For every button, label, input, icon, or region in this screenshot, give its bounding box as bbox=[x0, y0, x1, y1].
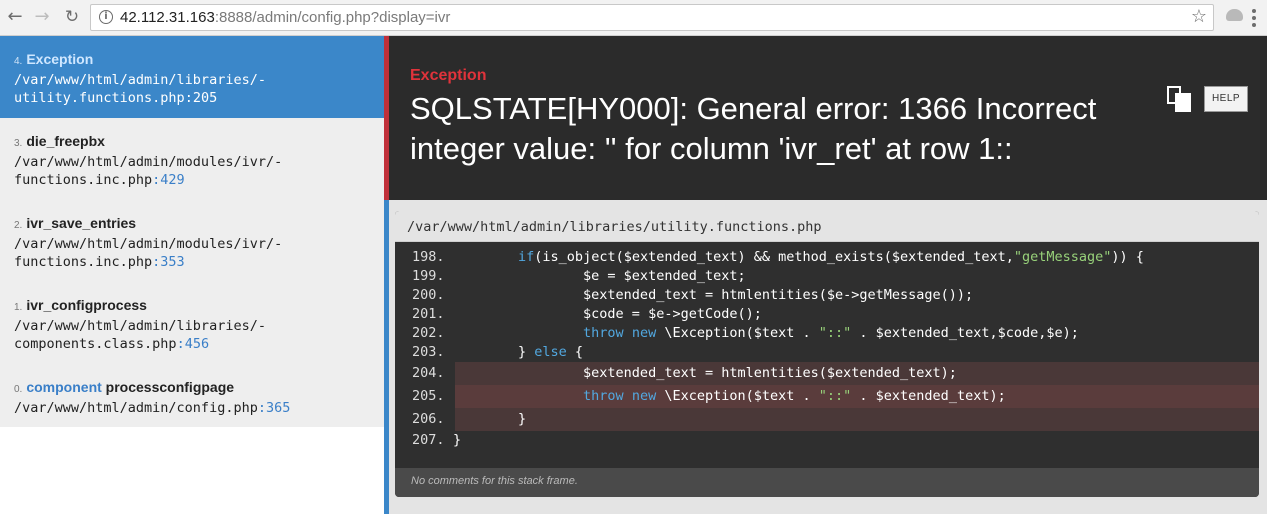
frame-index: 0. bbox=[14, 384, 23, 395]
code-line: 207.} bbox=[395, 431, 1259, 450]
stack-frames-list: 4. Exception /var/www/html/admin/librarie… bbox=[0, 36, 384, 427]
comments-bar: No comments for this stack frame. bbox=[395, 468, 1259, 497]
line-number: 201. bbox=[412, 306, 445, 322]
frame-function: processconfigpage bbox=[101, 379, 235, 395]
code-line: 203. } else { bbox=[395, 343, 1259, 362]
frame-line: :429 bbox=[152, 172, 185, 188]
exception-header: Exception SQLSTATE[HY000]: General error… bbox=[384, 36, 1267, 200]
code-text: } bbox=[453, 432, 462, 448]
code-line: 199. $e = $extended_text; bbox=[395, 267, 1259, 286]
code-line: 200. $extended_text = htmlentities($e->g… bbox=[395, 286, 1259, 305]
frame-heading: 4. Exception bbox=[14, 50, 384, 71]
code-text: throw new \Exception($text . "::" . $ext… bbox=[583, 325, 1079, 341]
frame-heading: 3. die_freepbx bbox=[14, 132, 384, 153]
frame-line: :205 bbox=[184, 90, 218, 106]
stack-frame-1[interactable]: 1. ivr_configprocess /var/www/html/admin/… bbox=[0, 296, 384, 378]
frame-file: /var/www/html/admin/libraries/- componen… bbox=[14, 317, 384, 353]
code-text: } else { bbox=[453, 344, 584, 360]
frame-path: /var/www/html/admin/libraries/- componen… bbox=[14, 318, 266, 352]
frame-heading: 0. component processconfigpage bbox=[14, 378, 384, 399]
browser-toolbar: ← → ↻ i 42.112.31.163:8888/admin/config.… bbox=[0, 0, 1267, 36]
code-text: $extended_text = htmlentities($extended_… bbox=[453, 365, 957, 381]
help-button[interactable]: HELP bbox=[1204, 86, 1248, 112]
frame-function: Exception bbox=[26, 51, 94, 67]
line-number: 199. bbox=[412, 268, 445, 284]
frame-file: /var/www/html/admin/modules/ivr/- functi… bbox=[14, 235, 384, 271]
code-line-highlighted: 204. $extended_text = htmlentities($exte… bbox=[412, 362, 1259, 385]
star-icon[interactable]: ☆ bbox=[1191, 6, 1207, 27]
code-text: if(is_object($extended_text) && method_e… bbox=[518, 249, 1144, 265]
url-host: 42.112.31.163 bbox=[120, 9, 215, 26]
code-line-highlighted: 206. } bbox=[412, 408, 1259, 431]
frame-path: /var/www/html/admin/config.php bbox=[14, 400, 258, 416]
url-text[interactable]: 42.112.31.163:8888/admin/config.php?disp… bbox=[120, 9, 450, 26]
file-bar: /var/www/html/admin/libraries/utility.fu… bbox=[395, 211, 1259, 242]
file-path: /var/www/html/admin/libraries/utility.fu… bbox=[407, 219, 822, 235]
frame-line: :456 bbox=[176, 336, 210, 352]
frame-details: /var/www/html/admin/libraries/utility.fu… bbox=[384, 200, 1267, 514]
code-text: $e = $extended_text; bbox=[453, 268, 746, 284]
code-text: $extended_text = htmlentities($e->getMes… bbox=[453, 287, 974, 303]
frame-function: ivr_configprocess bbox=[26, 297, 147, 313]
line-number: 200. bbox=[412, 287, 445, 303]
exception-panel: Exception SQLSTATE[HY000]: General error… bbox=[384, 36, 1267, 514]
stack-frame-0[interactable]: 0. component processconfigpage /var/www/h… bbox=[0, 378, 384, 427]
line-number: 204. bbox=[412, 365, 445, 381]
reload-icon[interactable]: ↻ bbox=[62, 7, 82, 27]
info-icon[interactable]: i bbox=[99, 10, 113, 24]
line-number: 198. bbox=[412, 249, 445, 265]
code-line: 201. $code = $e->getCode(); bbox=[395, 305, 1259, 324]
code-text: $code = $e->getCode(); bbox=[453, 306, 762, 322]
frame-function: die_freepbx bbox=[26, 133, 105, 149]
forward-arrow-icon[interactable]: → bbox=[32, 7, 52, 27]
frame-line: :353 bbox=[152, 254, 185, 270]
code-lines: 198. if(is_object($extended_text) && met… bbox=[395, 248, 1259, 450]
frame-file: /var/www/html/admin/config.php:365 bbox=[14, 399, 384, 417]
frame-path: /var/www/html/admin/modules/ivr/- functi… bbox=[14, 236, 283, 270]
code-line: 198. if(is_object($extended_text) && met… bbox=[395, 248, 1259, 267]
frame-file: /var/www/html/admin/libraries/- utility.… bbox=[14, 71, 384, 107]
frame-class: component bbox=[26, 379, 102, 395]
back-arrow-icon[interactable]: ← bbox=[5, 7, 25, 27]
line-number: 205. bbox=[412, 388, 445, 404]
frame-index: 1. bbox=[14, 302, 23, 313]
code-text: throw new \Exception($text . "::" . $ext… bbox=[583, 388, 1006, 404]
copy-icon[interactable] bbox=[1167, 86, 1191, 112]
line-number: 206. bbox=[412, 411, 445, 427]
line-number: 207. bbox=[412, 432, 445, 448]
code-text: } bbox=[453, 411, 527, 427]
frame-heading: 1. ivr_configprocess bbox=[14, 296, 384, 317]
address-bar[interactable]: i 42.112.31.163:8888/admin/config.php?di… bbox=[90, 4, 1214, 31]
stack-frame-3[interactable]: 3. die_freepbx /var/www/html/admin/module… bbox=[0, 132, 384, 214]
frame-index: 2. bbox=[14, 220, 23, 231]
line-number: 202. bbox=[412, 325, 445, 341]
stack-frame-4[interactable]: 4. Exception /var/www/html/admin/librarie… bbox=[0, 36, 384, 118]
extension-icon[interactable] bbox=[1226, 9, 1243, 21]
frame-index: 4. bbox=[14, 56, 23, 67]
code-line-current: 205. throw new \Exception($text . "::" .… bbox=[412, 385, 1259, 408]
frame-path: /var/www/html/admin/libraries/- utility.… bbox=[14, 72, 266, 106]
exception-message: SQLSTATE[HY000]: General error: 1366 Inc… bbox=[410, 91, 1097, 166]
frame-file: /var/www/html/admin/modules/ivr/- functi… bbox=[14, 153, 384, 189]
no-comments-text: No comments for this stack frame. bbox=[411, 475, 578, 487]
stack-frame-2[interactable]: 2. ivr_save_entries /var/www/html/admin/m… bbox=[0, 214, 384, 296]
url-path: :8888/admin/config.php?display=ivr bbox=[214, 9, 451, 26]
code-line: 202. throw new \Exception($text . "::" .… bbox=[395, 324, 1259, 343]
menu-icon[interactable] bbox=[1252, 9, 1256, 27]
frame-function: ivr_save_entries bbox=[26, 215, 137, 231]
frame-path: /var/www/html/admin/modules/ivr/- functi… bbox=[14, 154, 283, 188]
frame-index: 3. bbox=[14, 138, 23, 149]
line-number: 203. bbox=[412, 344, 445, 360]
frame-line: :365 bbox=[257, 400, 291, 416]
frame-heading: 2. ivr_save_entries bbox=[14, 214, 384, 235]
exception-type: Exception bbox=[410, 67, 487, 84]
code-viewer: /var/www/html/admin/libraries/utility.fu… bbox=[395, 211, 1259, 497]
